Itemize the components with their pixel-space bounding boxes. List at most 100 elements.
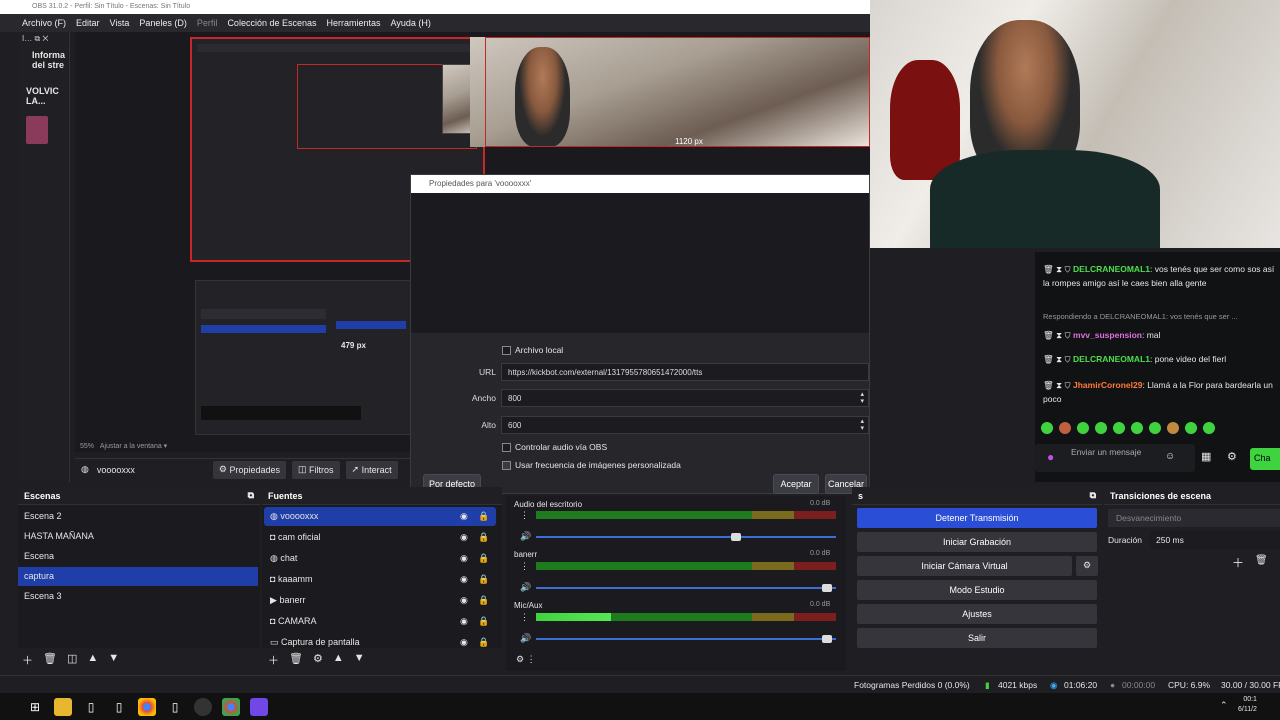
file-icon[interactable]: ▯ (166, 698, 184, 716)
emote-icon[interactable] (1185, 422, 1197, 434)
emoji-icon[interactable]: ☺ (1165, 451, 1175, 462)
undock-icon[interactable]: ⧉ (248, 490, 254, 501)
trash-icon[interactable]: 🗑 (1255, 555, 1268, 566)
menu-archivo[interactable]: Archivo (F) (22, 18, 66, 28)
chrome-icon[interactable] (222, 697, 240, 716)
speaker-icon[interactable]: 🔊 (520, 633, 531, 644)
emote-icon[interactable] (1131, 422, 1143, 434)
chat-send-button[interactable]: Cha (1250, 448, 1280, 470)
file-icon[interactable]: ▯ (110, 698, 128, 716)
volume-slider[interactable] (536, 536, 836, 538)
studio-mode-button[interactable]: Modo Estudio (857, 580, 1097, 600)
menu-dots-icon[interactable]: ⋮ (520, 612, 529, 623)
emote-icon[interactable] (1041, 422, 1053, 434)
scene-item-selected[interactable]: captura (18, 567, 258, 586)
eye-icon[interactable]: ◉ (460, 532, 468, 543)
height-spinner-icon[interactable]: ▴ ▾ (860, 418, 864, 432)
source-item[interactable]: ◘ kaaamm ◉ 🔒 (264, 570, 496, 589)
delete-icon[interactable]: 🗑 (1043, 330, 1054, 340)
windows-start-icon[interactable]: ⊞ (26, 698, 44, 716)
stop-streaming-button[interactable]: Detener Transmisión (857, 508, 1097, 528)
settings-button[interactable]: Ajustes (857, 604, 1097, 624)
start-recording-button[interactable]: Iniciar Grabación (857, 532, 1097, 552)
eye-icon[interactable]: ◉ (460, 595, 468, 606)
source-item[interactable]: ▭ Captura de pantalla ◉ 🔒 (264, 633, 496, 648)
arrow-down-icon[interactable]: ▼ (108, 652, 119, 668)
delete-icon[interactable]: 🗑 (1043, 264, 1054, 274)
eye-icon[interactable]: ◉ (460, 553, 468, 564)
chrome-icon[interactable] (138, 697, 156, 716)
menu-dots-icon[interactable]: ⋮ (520, 510, 529, 521)
menu-coleccion[interactable]: Colección de Escenas (227, 18, 316, 28)
lock-icon[interactable]: 🔒 (478, 637, 489, 648)
chat-input[interactable]: ● Enviar un mensaje ☺ (1035, 444, 1195, 472)
exit-button[interactable]: Salir (857, 628, 1097, 648)
accept-button[interactable]: Aceptar (773, 474, 819, 494)
file-icon[interactable]: ▯ (82, 698, 100, 716)
eye-icon[interactable]: ◉ (460, 574, 468, 585)
lock-icon[interactable]: 🔒 (478, 553, 489, 564)
source-item[interactable]: ◘ CAMARA ◉ 🔒 (264, 612, 496, 631)
delete-icon[interactable]: 🗑 (1043, 380, 1054, 390)
audio-checkbox[interactable] (502, 443, 511, 452)
dock-controls[interactable]: I… ⧉ ✕ (18, 32, 69, 46)
gear-icon[interactable]: ⚙ (1227, 450, 1237, 463)
timeout-icon[interactable]: ⧗ (1056, 354, 1062, 364)
gear-icon[interactable]: ⚙ (313, 652, 323, 668)
scene-item[interactable]: Escena 2 (18, 507, 258, 526)
menu-perfil[interactable]: Perfil (197, 18, 218, 28)
trash-icon[interactable]: 🗑 (43, 652, 57, 668)
microphone-icon[interactable]: ● (1047, 450, 1054, 464)
filters-button[interactable]: ◫ Filtros (292, 460, 340, 479)
lock-icon[interactable]: 🔒 (478, 595, 489, 606)
app-icon[interactable] (250, 697, 268, 716)
arrow-up-icon[interactable]: ▲ (87, 652, 98, 668)
emote-icon[interactable] (1167, 422, 1179, 434)
properties-button[interactable]: ⚙ Propiedades (212, 460, 286, 479)
add-icon[interactable]: ＋ (22, 652, 33, 668)
timeout-icon[interactable]: ⧗ (1056, 264, 1062, 274)
duration-field[interactable]: 250 ms (1150, 531, 1280, 549)
timeout-icon[interactable]: ⧗ (1056, 330, 1062, 340)
scene-item[interactable]: HASTA MAÑANA (18, 527, 258, 546)
chat-username[interactable]: mvv_suspension (1073, 330, 1142, 340)
source-item[interactable]: ◍ chat ◉ 🔒 (264, 549, 496, 568)
scene-item[interactable]: Escena 3 (18, 587, 258, 606)
eye-icon[interactable]: ◉ (460, 511, 468, 522)
chat-username[interactable]: DELCRANEOMAL1 (1073, 354, 1150, 364)
volume-slider[interactable] (536, 638, 836, 640)
lock-icon[interactable]: 🔒 (478, 532, 489, 543)
folder-icon[interactable] (54, 697, 72, 716)
menu-vista[interactable]: Vista (110, 18, 130, 28)
eye-icon[interactable]: ◉ (460, 637, 468, 648)
emote-bar[interactable] (1041, 422, 1241, 434)
source-item[interactable]: ◘ cam oficial ◉ 🔒 (264, 528, 496, 547)
add-icon[interactable]: ＋ (1232, 554, 1244, 571)
source-item-selected[interactable]: ◍ vooooxxx ◉ 🔒 (264, 507, 496, 526)
lock-icon[interactable]: 🔒 (478, 574, 489, 585)
volume-handle[interactable] (822, 635, 832, 643)
transition-select[interactable]: Desvanecimiento (1108, 509, 1280, 527)
add-icon[interactable]: ＋ (268, 652, 279, 668)
chat-username[interactable]: JhamirCoronel29 (1073, 380, 1142, 390)
store-icon[interactable]: ▦ (1201, 450, 1211, 463)
emote-icon[interactable] (1095, 422, 1107, 434)
speaker-icon[interactable]: 🔊 (520, 582, 531, 593)
eye-icon[interactable]: ◉ (460, 616, 468, 627)
gear-icon[interactable]: ⚙ (1076, 556, 1098, 576)
lock-icon[interactable]: 🔒 (478, 616, 489, 627)
undock-icon[interactable]: ⧉ (1090, 490, 1096, 501)
obs-icon[interactable] (194, 697, 212, 716)
timeout-icon[interactable]: ⧗ (1056, 380, 1062, 390)
delete-icon[interactable]: 🗑 (1043, 354, 1054, 364)
chevron-up-icon[interactable]: ⌃ (1220, 700, 1228, 711)
volume-handle[interactable] (731, 533, 741, 541)
menu-ayuda[interactable]: Ayuda (H) (391, 18, 431, 28)
emote-icon[interactable] (1077, 422, 1089, 434)
width-spinner-icon[interactable]: ▴ ▾ (860, 391, 864, 405)
scene-item[interactable]: Escena (18, 547, 258, 566)
width-field[interactable]: 800 ▴ ▾ (501, 389, 869, 407)
local-file-checkbox[interactable] (502, 346, 511, 355)
source-item[interactable]: ▶ banerr ◉ 🔒 (264, 591, 496, 610)
trash-icon[interactable]: 🗑 (289, 652, 303, 668)
